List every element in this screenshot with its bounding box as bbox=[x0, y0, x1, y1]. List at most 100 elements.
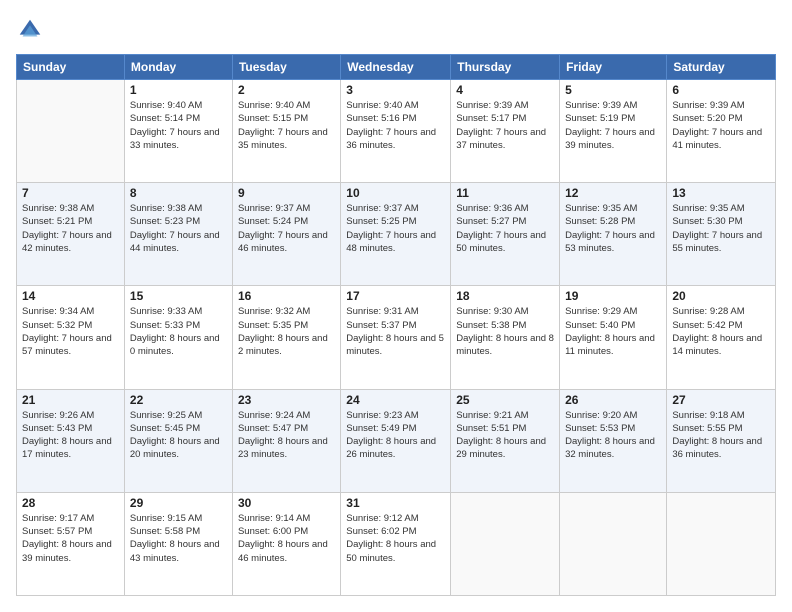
day-info: Sunrise: 9:39 AMSunset: 5:19 PMDaylight:… bbox=[565, 99, 661, 152]
calendar-cell: 5 Sunrise: 9:39 AMSunset: 5:19 PMDaylight… bbox=[560, 80, 667, 183]
calendar-cell: 26Sunrise: 9:20 AMSunset: 5:53 PMDayligh… bbox=[560, 389, 667, 492]
calendar-cell: 22 Sunrise: 9:25 AMSunset: 5:45 PMDayligh… bbox=[124, 389, 232, 492]
calendar-cell bbox=[667, 492, 776, 595]
weekday-header-saturday: Saturday bbox=[667, 55, 776, 80]
calendar-cell: 4 Sunrise: 9:39 AMSunset: 5:17 PMDaylight… bbox=[451, 80, 560, 183]
day-info: Sunrise: 9:39 AMSunset: 5:20 PMDaylight:… bbox=[672, 99, 770, 152]
calendar-cell: 15 Sunrise: 9:33 AMSunset: 5:33 PMDayligh… bbox=[124, 286, 232, 389]
calendar-cell: 16 Sunrise: 9:32 AMSunset: 5:35 PMDayligh… bbox=[232, 286, 340, 389]
day-number: 16 bbox=[238, 289, 335, 303]
calendar-cell: 19 Sunrise: 9:29 AMSunset: 5:40 PMDayligh… bbox=[560, 286, 667, 389]
day-number: 23 bbox=[238, 393, 335, 407]
calendar-week-row: 14Sunrise: 9:34 AMSunset: 5:32 PMDayligh… bbox=[17, 286, 776, 389]
calendar-cell: 8Sunrise: 9:38 AMSunset: 5:23 PMDaylight… bbox=[124, 183, 232, 286]
logo-icon bbox=[16, 16, 44, 44]
day-number: 28 bbox=[22, 496, 119, 510]
logo bbox=[16, 16, 46, 44]
calendar-cell bbox=[17, 80, 125, 183]
day-info: Sunrise: 9:14 AMSunset: 6:00 PMDaylight:… bbox=[238, 512, 335, 565]
day-info: Sunrise: 9:37 AMSunset: 5:24 PMDaylight:… bbox=[238, 202, 335, 255]
day-info: Sunrise: 9:12 AMSunset: 6:02 PMDaylight:… bbox=[346, 512, 445, 565]
day-info: Sunrise: 9:17 AMSunset: 5:57 PMDaylight:… bbox=[22, 512, 119, 565]
calendar-cell: 17 Sunrise: 9:31 AMSunset: 5:37 PMDayligh… bbox=[341, 286, 451, 389]
day-info: Sunrise: 9:40 AMSunset: 5:16 PMDaylight:… bbox=[346, 99, 445, 152]
calendar-cell: 2 Sunrise: 9:40 AMSunset: 5:15 PMDaylight… bbox=[232, 80, 340, 183]
day-number: 7 bbox=[22, 186, 119, 200]
calendar-cell: 24 Sunrise: 9:23 AMSunset: 5:49 PMDayligh… bbox=[341, 389, 451, 492]
day-number: 21 bbox=[22, 393, 119, 407]
calendar-cell: 6 Sunrise: 9:39 AMSunset: 5:20 PMDaylight… bbox=[667, 80, 776, 183]
calendar-cell bbox=[560, 492, 667, 595]
day-info: Sunrise: 9:15 AMSunset: 5:58 PMDaylight:… bbox=[130, 512, 227, 565]
day-info: Sunrise: 9:39 AMSunset: 5:17 PMDaylight:… bbox=[456, 99, 554, 152]
day-info: Sunrise: 9:33 AMSunset: 5:33 PMDaylight:… bbox=[130, 305, 227, 358]
day-number: 2 bbox=[238, 83, 335, 97]
day-number: 15 bbox=[130, 289, 227, 303]
day-number: 24 bbox=[346, 393, 445, 407]
day-info: Sunrise: 9:35 AMSunset: 5:30 PMDaylight:… bbox=[672, 202, 770, 255]
day-info: Sunrise: 9:29 AMSunset: 5:40 PMDaylight:… bbox=[565, 305, 661, 358]
day-info: Sunrise: 9:20 AMSunset: 5:53 PMDaylight:… bbox=[565, 409, 661, 462]
day-info: Sunrise: 9:25 AMSunset: 5:45 PMDaylight:… bbox=[130, 409, 227, 462]
day-info: Sunrise: 9:32 AMSunset: 5:35 PMDaylight:… bbox=[238, 305, 335, 358]
calendar-cell: 10Sunrise: 9:37 AMSunset: 5:25 PMDayligh… bbox=[341, 183, 451, 286]
day-number: 1 bbox=[130, 83, 227, 97]
day-info: Sunrise: 9:40 AMSunset: 5:15 PMDaylight:… bbox=[238, 99, 335, 152]
day-number: 18 bbox=[456, 289, 554, 303]
calendar-week-row: 21 Sunrise: 9:26 AMSunset: 5:43 PMDayligh… bbox=[17, 389, 776, 492]
day-number: 5 bbox=[565, 83, 661, 97]
calendar-cell: 7Sunrise: 9:38 AMSunset: 5:21 PMDaylight… bbox=[17, 183, 125, 286]
weekday-header-friday: Friday bbox=[560, 55, 667, 80]
day-info: Sunrise: 9:40 AMSunset: 5:14 PMDaylight:… bbox=[130, 99, 227, 152]
calendar-cell: 11Sunrise: 9:36 AMSunset: 5:27 PMDayligh… bbox=[451, 183, 560, 286]
calendar-cell: 28 Sunrise: 9:17 AMSunset: 5:57 PMDayligh… bbox=[17, 492, 125, 595]
calendar-cell: 9 Sunrise: 9:37 AMSunset: 5:24 PMDaylight… bbox=[232, 183, 340, 286]
day-number: 9 bbox=[238, 186, 335, 200]
calendar-cell: 3 Sunrise: 9:40 AMSunset: 5:16 PMDaylight… bbox=[341, 80, 451, 183]
day-number: 31 bbox=[346, 496, 445, 510]
calendar-cell: 1 Sunrise: 9:40 AMSunset: 5:14 PMDaylight… bbox=[124, 80, 232, 183]
day-info: Sunrise: 9:26 AMSunset: 5:43 PMDaylight:… bbox=[22, 409, 119, 462]
weekday-header-sunday: Sunday bbox=[17, 55, 125, 80]
day-info: Sunrise: 9:23 AMSunset: 5:49 PMDaylight:… bbox=[346, 409, 445, 462]
day-info: Sunrise: 9:18 AMSunset: 5:55 PMDaylight:… bbox=[672, 409, 770, 462]
page: SundayMondayTuesdayWednesdayThursdayFrid… bbox=[0, 0, 792, 612]
day-info: Sunrise: 9:30 AMSunset: 5:38 PMDaylight:… bbox=[456, 305, 554, 358]
day-number: 3 bbox=[346, 83, 445, 97]
calendar-week-row: 7Sunrise: 9:38 AMSunset: 5:21 PMDaylight… bbox=[17, 183, 776, 286]
calendar-cell: 12 Sunrise: 9:35 AMSunset: 5:28 PMDayligh… bbox=[560, 183, 667, 286]
day-info: Sunrise: 9:37 AMSunset: 5:25 PMDaylight:… bbox=[346, 202, 445, 255]
calendar-cell: 23Sunrise: 9:24 AMSunset: 5:47 PMDayligh… bbox=[232, 389, 340, 492]
weekday-header-wednesday: Wednesday bbox=[341, 55, 451, 80]
day-info: Sunrise: 9:35 AMSunset: 5:28 PMDaylight:… bbox=[565, 202, 661, 255]
weekday-header-thursday: Thursday bbox=[451, 55, 560, 80]
day-number: 30 bbox=[238, 496, 335, 510]
calendar-cell: 18 Sunrise: 9:30 AMSunset: 5:38 PMDayligh… bbox=[451, 286, 560, 389]
day-number: 22 bbox=[130, 393, 227, 407]
day-number: 19 bbox=[565, 289, 661, 303]
calendar-week-row: 28 Sunrise: 9:17 AMSunset: 5:57 PMDayligh… bbox=[17, 492, 776, 595]
day-number: 12 bbox=[565, 186, 661, 200]
calendar-table: SundayMondayTuesdayWednesdayThursdayFrid… bbox=[16, 54, 776, 596]
calendar-cell: 14Sunrise: 9:34 AMSunset: 5:32 PMDayligh… bbox=[17, 286, 125, 389]
day-info: Sunrise: 9:28 AMSunset: 5:42 PMDaylight:… bbox=[672, 305, 770, 358]
weekday-header-row: SundayMondayTuesdayWednesdayThursdayFrid… bbox=[17, 55, 776, 80]
calendar-cell: 21 Sunrise: 9:26 AMSunset: 5:43 PMDayligh… bbox=[17, 389, 125, 492]
calendar-cell: 29Sunrise: 9:15 AMSunset: 5:58 PMDayligh… bbox=[124, 492, 232, 595]
calendar-cell: 30 Sunrise: 9:14 AMSunset: 6:00 PMDayligh… bbox=[232, 492, 340, 595]
calendar-week-row: 1 Sunrise: 9:40 AMSunset: 5:14 PMDaylight… bbox=[17, 80, 776, 183]
calendar-cell bbox=[451, 492, 560, 595]
day-info: Sunrise: 9:38 AMSunset: 5:23 PMDaylight:… bbox=[130, 202, 227, 255]
header bbox=[16, 16, 776, 44]
day-number: 27 bbox=[672, 393, 770, 407]
day-info: Sunrise: 9:31 AMSunset: 5:37 PMDaylight:… bbox=[346, 305, 445, 358]
calendar-cell: 27 Sunrise: 9:18 AMSunset: 5:55 PMDayligh… bbox=[667, 389, 776, 492]
day-number: 6 bbox=[672, 83, 770, 97]
day-info: Sunrise: 9:21 AMSunset: 5:51 PMDaylight:… bbox=[456, 409, 554, 462]
weekday-header-tuesday: Tuesday bbox=[232, 55, 340, 80]
calendar-cell: 25Sunrise: 9:21 AMSunset: 5:51 PMDayligh… bbox=[451, 389, 560, 492]
day-info: Sunrise: 9:34 AMSunset: 5:32 PMDaylight:… bbox=[22, 305, 119, 358]
day-number: 17 bbox=[346, 289, 445, 303]
day-number: 4 bbox=[456, 83, 554, 97]
calendar-cell: 31 Sunrise: 9:12 AMSunset: 6:02 PMDayligh… bbox=[341, 492, 451, 595]
